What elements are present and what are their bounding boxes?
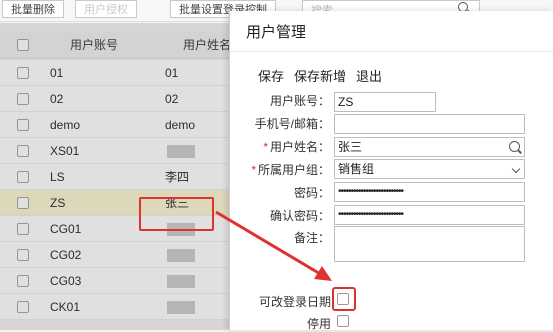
remark-field[interactable] — [334, 226, 525, 262]
row-checkbox[interactable] — [17, 145, 29, 157]
user-management-dialog: 用户管理 保存 保存新增 退出 用户账号： ZS 手机号/邮箱： * 用户姓名： … — [229, 11, 553, 331]
cell-account: LS — [50, 170, 65, 184]
select-all-checkbox[interactable] — [17, 39, 29, 51]
save-new-button[interactable]: 保存新增 — [294, 66, 346, 85]
user-name-field[interactable]: 张三 — [334, 137, 525, 157]
disable-checkbox[interactable] — [337, 315, 349, 327]
row-checkbox[interactable] — [17, 93, 29, 105]
cell-name: 01 — [165, 66, 179, 80]
account-label: 用户账号： — [269, 94, 330, 108]
account-field[interactable]: ZS — [334, 92, 436, 112]
redacted-name — [167, 249, 195, 262]
redacted-name — [167, 275, 195, 288]
user-group-value: 销售组 — [338, 162, 375, 176]
cell-account: CG02 — [50, 248, 82, 262]
highlight-box-checkbox — [332, 287, 356, 311]
redacted-name — [167, 301, 195, 314]
user-name-value: 张三 — [338, 140, 363, 154]
user-group-label-text: 所属用户组： — [257, 163, 330, 177]
row-checkbox[interactable] — [17, 197, 29, 209]
cell-account: demo — [50, 118, 81, 132]
dialog-title: 用户管理 — [246, 24, 307, 41]
user-group-label: * 所属用户组： — [251, 163, 330, 177]
chevron-down-icon — [511, 164, 521, 174]
phone-email-label: 手机号/邮箱： — [254, 117, 330, 131]
row-checkbox[interactable] — [17, 67, 29, 79]
cell-account: XS01 — [50, 144, 80, 158]
remark-label: 备注： — [293, 231, 330, 245]
col-account-header: 用户账号 — [70, 38, 119, 52]
cell-account: 02 — [50, 92, 64, 106]
cell-account: CG01 — [50, 222, 82, 236]
confirm-password-label: 确认密码： — [269, 209, 330, 223]
row-checkbox[interactable] — [17, 301, 29, 313]
user-name-label-text: 用户姓名： — [269, 140, 330, 154]
row-checkbox[interactable] — [17, 223, 29, 235]
cell-name: 李四 — [165, 170, 190, 184]
cell-account: ZS — [50, 196, 66, 210]
row-checkbox[interactable] — [17, 171, 29, 183]
password-field[interactable]: •••••••••••••••••••••••••• — [334, 182, 525, 202]
lookup-search-icon[interactable] — [509, 141, 520, 152]
cell-account: CK01 — [50, 300, 81, 314]
row-checkbox[interactable] — [17, 119, 29, 131]
user-group-select[interactable]: 销售组 — [334, 159, 525, 179]
disable-label: 停用 — [306, 317, 331, 331]
redacted-name — [167, 145, 195, 158]
password-label: 密码： — [293, 186, 330, 200]
cell-name: 02 — [165, 92, 179, 106]
phone-email-field[interactable] — [334, 114, 525, 134]
row-checkbox[interactable] — [17, 249, 29, 261]
exit-button[interactable]: 退出 — [356, 66, 382, 85]
batch-delete-button[interactable]: 批量删除 — [2, 0, 64, 18]
save-button[interactable]: 保存 — [258, 66, 284, 85]
highlight-box-name — [139, 197, 214, 231]
cell-account: CG03 — [50, 274, 82, 288]
cell-account: 01 — [50, 66, 64, 80]
dialog-divider — [230, 51, 553, 52]
user-auth-button[interactable]: 用户授权 — [75, 0, 137, 18]
row-checkbox[interactable] — [17, 275, 29, 287]
change-login-date-label: 可改登录日期 — [258, 295, 331, 309]
cell-name: demo — [165, 118, 196, 132]
user-name-label: * 用户姓名： — [263, 140, 330, 154]
confirm-password-field[interactable]: •••••••••••••••••••••••••• — [334, 205, 525, 225]
col-name-header: 用户姓名 — [183, 38, 232, 52]
